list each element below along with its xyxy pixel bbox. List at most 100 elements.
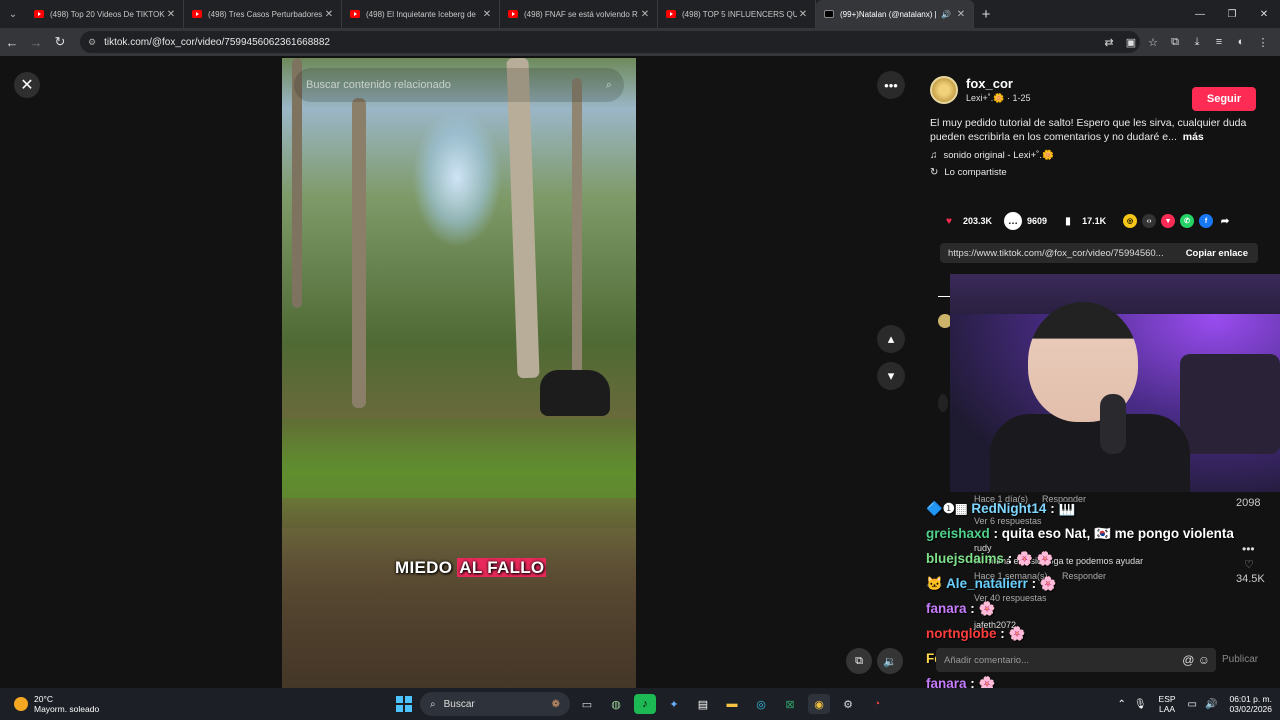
facebook-icon[interactable]: f [1199,214,1214,228]
more-options-icon[interactable]: ••• [877,71,905,99]
close-tab-icon[interactable]: ✕ [797,9,809,20]
taskbar-apps: ▭ ◍ ♪ ✦ ▤ ▬ ◎ ⊠ ◉ ⚙ ◔ [576,694,895,714]
install-icon[interactable]: ▣ [1120,36,1142,49]
microphone-icon[interactable]: 🎙 [1134,699,1147,710]
video-link: https://www.tiktok.com/@fox_cor/video/75… [948,247,1164,259]
comment-avatar [938,394,948,412]
close-tab-icon[interactable]: ✕ [323,9,335,20]
search-icon: ⌕ [430,698,436,710]
address-bar[interactable]: ⚙ tiktok.com/@fox_cor/video/759945606236… [80,31,1140,53]
video-caption: MIEDO AL FALLO [395,558,547,578]
heart-icon: ♥ [946,215,952,227]
download-icon[interactable]: ⤓ [1186,36,1208,49]
browser-tab[interactable]: (498) El Inquietante Iceberg de ✕ [342,0,500,28]
streamer-webcam-overlay [950,274,1280,492]
username[interactable]: fox_cor [966,76,1030,91]
close-tab-icon[interactable]: ✕ [639,9,651,20]
translate-icon[interactable]: ⇄ [1098,36,1120,49]
video-person [540,370,610,416]
video-player[interactable]: Buscar contenido relacionado ⌕ MIEDO AL … [282,58,636,690]
tray-overflow-icon[interactable]: ⌃ [1117,699,1125,710]
media-icon[interactable]: ≡ [1208,36,1230,48]
steam-icon[interactable]: ⚙ [837,694,859,714]
back-icon[interactable]: ← [0,35,24,50]
comment-input[interactable]: Añadir comentario... @ ☺ [936,648,1216,672]
repost-icon: ↻ [930,167,939,178]
browser-tab[interactable]: (498) FNAF se está volviendo R ✕ [500,0,658,28]
embed-icon[interactable]: ‹› [1142,214,1157,228]
tab-title: (498) Top 20 Videos De TIKTOK [50,9,165,19]
file-explorer-icon[interactable]: ▬ [721,694,743,714]
time: 06:01 p. m. [1229,694,1272,704]
window-controls: — ❐ ✕ [1184,0,1280,28]
avatar[interactable] [930,76,958,104]
browser-tab[interactable]: (498) TOP 5 INFLUENCERS QUE ✕ [658,0,816,28]
chrome-icon[interactable]: ◉ [808,694,830,714]
bookmark-star-icon[interactable]: ☆ [1142,36,1164,49]
app-icon[interactable]: ♪ [634,694,656,714]
menu-icon[interactable]: ⋮ [1252,36,1274,49]
site-info-icon[interactable]: ⚙ [88,37,96,48]
app-icon[interactable]: ◍ [605,694,627,714]
date: 03/02/2026 [1229,704,1272,714]
author-info: fox_cor Lexi+˚.🌼 · 1-25 [966,76,1030,104]
reload-icon[interactable]: ↻ [48,34,72,50]
weather-widget[interactable]: 20°C Mayorm. soleado [14,694,99,714]
tab-title: (498) Tres Casos Perturbadores [208,9,323,19]
taskbar-search[interactable]: ⌕ Buscar ❁ [420,692,570,716]
next-video-icon[interactable]: ▾ [877,362,905,390]
tab-search-icon[interactable]: ⌄ [0,0,26,28]
edge-icon[interactable]: ◎ [750,694,772,714]
close-tab-icon[interactable]: ✕ [481,9,493,20]
task-view-icon[interactable]: ▭ [576,694,598,714]
forward-icon[interactable]: → [24,35,48,50]
previous-video-icon[interactable]: ▴ [877,325,905,353]
mention-emoji-icons[interactable]: @ ☺ [1182,653,1210,667]
close-tab-icon[interactable]: ✕ [955,9,967,20]
close-tab-icon[interactable]: ✕ [165,9,177,20]
publish-button[interactable]: Publicar [1222,654,1258,665]
language-indicator[interactable]: ESP LAA [1159,694,1176,714]
copy-link-button[interactable]: Copiar enlace [1176,248,1258,259]
follow-button[interactable]: Seguir [1192,87,1256,111]
volume-icon[interactable]: 🔊 [1205,699,1217,710]
share-arrow-icon[interactable]: ➦ [1218,214,1232,228]
windows-start-icon[interactable] [396,696,412,712]
like-button[interactable]: ♥ 203.3K [940,212,992,230]
new-tab-button[interactable]: + [974,6,998,23]
copilot-icon[interactable]: ✦ [663,694,685,714]
browser-tab[interactable]: (498) Top 20 Videos De TIKTOK ✕ [26,0,184,28]
browser-tab-active[interactable]: (99+)Natalan (@natalanx) | 🔊 ✕ [816,0,974,28]
clock[interactable]: 06:01 p. m. 03/02/2026 [1229,694,1272,714]
speaker-icon[interactable]: 🔊 [941,10,951,19]
save-button[interactable]: ▮ 17.1K [1059,212,1106,230]
chat-text: : 🎹 [1050,501,1076,516]
pip-icon[interactable]: ⧉ [846,648,872,674]
app-icon[interactable]: ◔ [866,694,888,714]
chat-message: fanara : 🌸 [926,596,1266,621]
browser-tab[interactable]: (498) Tres Casos Perturbadores ✕ [184,0,342,28]
comment-button[interactable]: … 9609 [1004,212,1047,230]
whatsapp-icon[interactable]: ✆ [1180,214,1195,228]
extensions-icon[interactable]: ⧉ [1164,36,1186,49]
restore-icon[interactable]: ❐ [1216,0,1248,28]
coin-icon[interactable]: ◎ [1123,214,1138,228]
network-icon[interactable]: ▭ [1188,699,1197,710]
store-icon[interactable]: ▤ [692,694,714,714]
shared-text: Lo compartiste [944,167,1007,178]
minimize-icon[interactable]: — [1184,0,1216,28]
sound-row[interactable]: ♫ sonido original - Lexi+˚.🌼 [930,150,1266,161]
chat-badges: 🔷❶▦ [926,501,972,516]
video-tree [506,58,540,379]
send-icon[interactable]: ▼ [1161,214,1176,228]
bookmark-icon: ▮ [1065,215,1071,227]
excel-icon[interactable]: ⊠ [779,694,801,714]
close-icon[interactable]: ✕ [14,72,40,98]
profile-icon[interactable]: ◐ [1230,36,1252,48]
search-icon[interactable]: ⌕ [606,79,612,92]
close-window-icon[interactable]: ✕ [1248,0,1280,28]
weather-text: Mayorm. soleado [34,704,100,714]
volume-icon[interactable]: 🔉 [877,648,903,674]
more-link[interactable]: más [1183,131,1204,143]
video-search-input[interactable]: Buscar contenido relacionado ⌕ [294,68,624,102]
